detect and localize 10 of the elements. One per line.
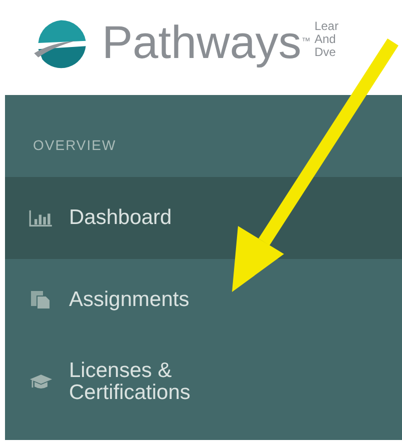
tagline-text: Lear	[314, 20, 338, 33]
section-heading: OVERVIEW	[32, 136, 118, 155]
tagline-text: Dve	[314, 46, 337, 59]
tagline-text: And	[314, 33, 337, 46]
trademark: ™	[301, 36, 310, 46]
sidebar-item[interactable]: Assignments	[5, 259, 402, 341]
logo-text: Pathways	[102, 15, 302, 70]
bar-chart-icon	[29, 208, 53, 228]
sidebar-item[interactable]: Dashboard	[5, 177, 402, 259]
sidebar-item[interactable]: Licenses & Certifications	[5, 341, 402, 423]
